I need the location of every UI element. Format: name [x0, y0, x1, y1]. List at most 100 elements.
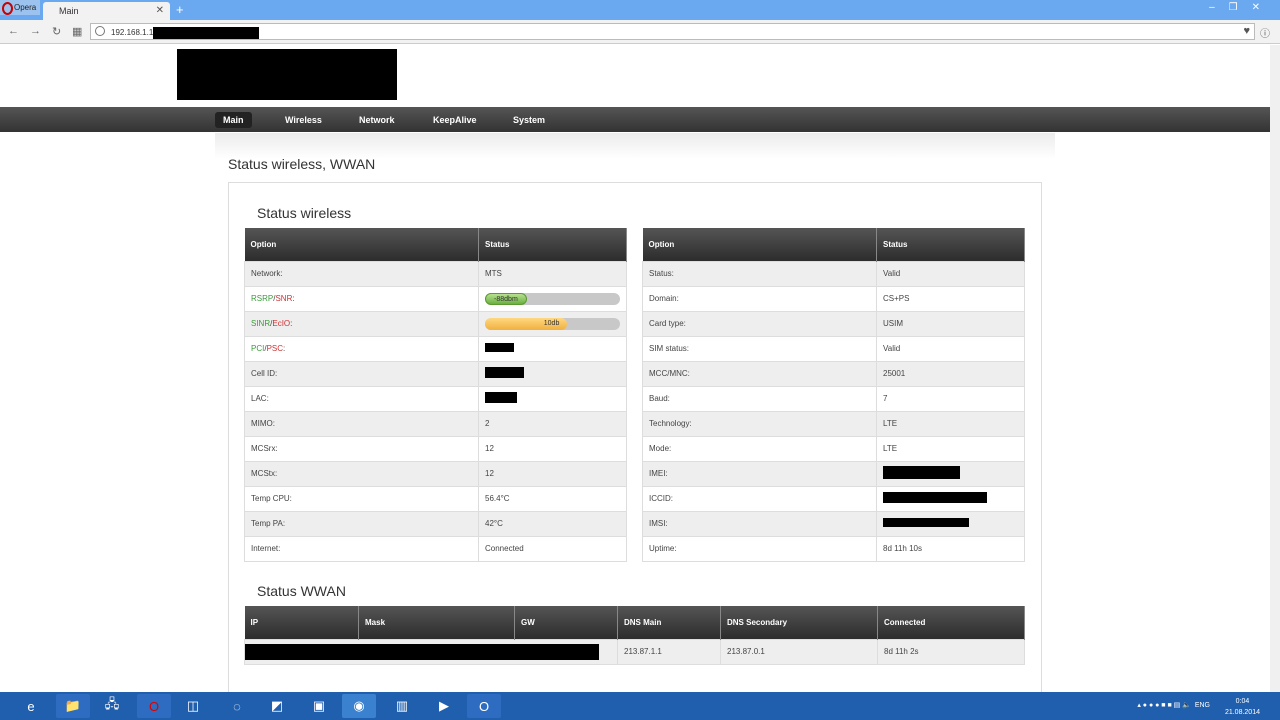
- menu-main[interactable]: Main: [215, 112, 252, 128]
- rsrp-progress-bar: -88dbm: [485, 292, 620, 305]
- menu-wireless[interactable]: Wireless: [277, 112, 330, 128]
- table-row: ICCID:: [642, 485, 1025, 512]
- tab-title: Main: [59, 6, 79, 16]
- col-mask: Mask: [358, 606, 515, 639]
- logo-redacted: [177, 49, 397, 100]
- label: LAC:: [244, 385, 479, 412]
- window-controls[interactable]: –❐✕: [1209, 2, 1274, 13]
- reload-icon[interactable]: ↻: [52, 25, 61, 38]
- network-app-icon[interactable]: 🖧: [95, 694, 129, 718]
- qip-icon[interactable]: ◉: [342, 694, 376, 718]
- forward-icon[interactable]: →: [30, 25, 41, 37]
- dns-secondary: 213.87.0.1: [720, 638, 878, 665]
- address-bar[interactable]: 192.168.1.1: [90, 23, 1255, 40]
- label: Technology:: [642, 410, 877, 437]
- value: 42°C: [478, 510, 627, 537]
- col-ip: IP: [244, 606, 359, 639]
- page-scrollbar[interactable]: [1270, 45, 1280, 692]
- sinr-progress-bar: 10db: [485, 317, 620, 330]
- label: MCStx:: [244, 460, 479, 487]
- windows-taskbar: e 📁 🖧 O ◫ ◌ ◩ ▣ ◉ ▥ ▶ O ▴ ● ● ● ■ ■ ▤ 🔈 …: [0, 692, 1280, 720]
- value: 8d 11h 10s: [876, 535, 1025, 562]
- label: Temp PA:: [244, 510, 479, 537]
- menu-network[interactable]: Network: [351, 112, 403, 128]
- value: 7: [876, 385, 1025, 412]
- label: MIMO:: [244, 410, 479, 437]
- media-player-icon[interactable]: ▶: [427, 694, 461, 718]
- label: SIM status:: [642, 335, 877, 362]
- table-row: MCSrx: 12: [244, 435, 627, 462]
- menu-keepalive[interactable]: KeepAlive: [425, 112, 485, 128]
- value: 2: [478, 410, 627, 437]
- value-redacted: [876, 485, 1025, 512]
- wireless-right-table: Option Status Status: Valid Domain: CS+PS C…: [642, 228, 1025, 562]
- page: Main Wireless Network KeepAlive System S…: [0, 45, 1270, 702]
- speed-dial-icon[interactable]: ▦: [72, 25, 82, 38]
- value: 12: [478, 460, 627, 487]
- menu-system[interactable]: System: [505, 112, 553, 128]
- app-icon[interactable]: ◩: [260, 694, 294, 718]
- value: -88dbm: [478, 285, 627, 312]
- label: Status:: [642, 260, 877, 287]
- value: Valid: [876, 335, 1025, 362]
- redacted: [153, 27, 260, 39]
- close-tab-icon[interactable]: ✕: [156, 5, 164, 16]
- value: LTE: [876, 410, 1025, 437]
- value-redacted: [478, 360, 627, 387]
- system-tray[interactable]: ▴ ● ● ● ■ ■ ▤ 🔈 ENG: [1137, 701, 1210, 709]
- language-indicator[interactable]: ENG: [1195, 702, 1210, 709]
- label: PCI/PSC:: [244, 335, 479, 362]
- table-row: Technology: LTE: [642, 410, 1025, 437]
- table-row: Baud: 7: [642, 385, 1025, 412]
- clock[interactable]: 0:04 21.08.2014: [1225, 696, 1260, 718]
- label: ICCID:: [642, 485, 877, 512]
- label: Domain:: [642, 285, 877, 312]
- wwan-heading: Status WWAN: [257, 583, 346, 599]
- connected: 8d 11h 2s: [877, 638, 1025, 665]
- value-redacted: [876, 460, 1025, 487]
- app-icon[interactable]: ◫: [176, 694, 210, 718]
- start-ie-icon[interactable]: e: [14, 694, 48, 718]
- page-title: Status wireless, WWAN: [228, 156, 376, 172]
- value: 10db: [478, 310, 627, 337]
- table-row: Mode: LTE: [642, 435, 1025, 462]
- table-row: Temp CPU: 56.4°C: [244, 485, 627, 512]
- col-status: Status: [876, 228, 1025, 261]
- col-connected: Connected: [877, 606, 1025, 639]
- ip-mask-gw-redacted: [244, 638, 618, 665]
- label: Baud:: [642, 385, 877, 412]
- tab-main[interactable]: Main ✕: [43, 2, 170, 20]
- back-icon[interactable]: ←: [8, 25, 19, 37]
- value-redacted: [478, 335, 627, 362]
- table-row: SINR/EcIO: 10db: [244, 310, 627, 337]
- value-redacted: [478, 385, 627, 412]
- opera-icon[interactable]: O: [467, 694, 501, 718]
- value-redacted: [876, 510, 1025, 537]
- table-row: SIM status: Valid: [642, 335, 1025, 362]
- opera-taskbar-icon[interactable]: O: [137, 694, 171, 718]
- main-menu: Main Wireless Network KeepAlive System: [0, 107, 1270, 132]
- browser-tab-bar: Opera Main ✕ + –❐✕: [0, 0, 1280, 20]
- sinr-fill: 10db: [485, 317, 568, 330]
- label: IMSI:: [642, 510, 877, 537]
- opera-menu-button[interactable]: Opera: [0, 0, 40, 15]
- heart-icon[interactable]: ♥: [1243, 25, 1250, 37]
- rsrp-fill: -88dbm: [485, 292, 527, 305]
- table-row: Network: MTS: [244, 260, 627, 287]
- app-icon[interactable]: ◌: [220, 694, 254, 718]
- download-icon[interactable]: ⓘ: [1260, 25, 1270, 40]
- browser-toolbar: ← → ↻ ▦ 192.168.1.1 ♥ ⓘ: [0, 20, 1280, 44]
- new-tab-button[interactable]: +: [176, 2, 184, 17]
- wireless-left-table: Option Status Network: MTS RSRP/SNR: -88dbm…: [244, 228, 627, 562]
- terminal-icon[interactable]: ▣: [302, 694, 336, 718]
- label: Temp CPU:: [244, 485, 479, 512]
- label: Internet:: [244, 535, 479, 562]
- app-icon[interactable]: ▥: [385, 694, 419, 718]
- value: Connected: [478, 535, 627, 562]
- explorer-icon[interactable]: 📁: [56, 694, 90, 718]
- col-option: Option: [244, 228, 479, 261]
- col-option: Option: [642, 228, 877, 261]
- col-dns-main: DNS Main: [617, 606, 721, 639]
- label: Uptime:: [642, 535, 877, 562]
- label: MCC/MNC:: [642, 360, 877, 387]
